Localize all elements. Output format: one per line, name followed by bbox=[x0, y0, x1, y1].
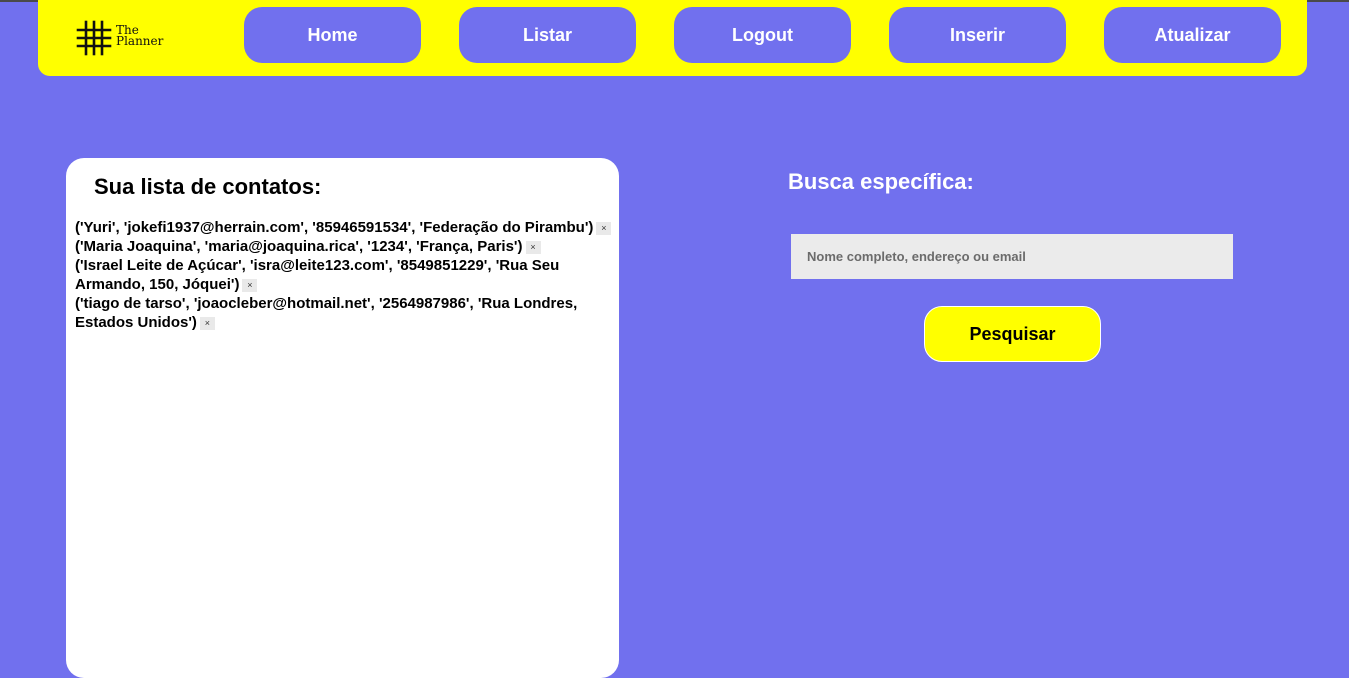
contact-row: ('Yuri', 'jokefi1937@herrain.com', '8594… bbox=[75, 218, 620, 237]
delete-contact-button[interactable]: × bbox=[525, 240, 541, 254]
search-button[interactable]: Pesquisar bbox=[924, 306, 1101, 362]
logo[interactable]: The Planner bbox=[76, 19, 171, 57]
contact-text: ('Yuri', 'jokefi1937@herrain.com', '8594… bbox=[75, 219, 594, 236]
nav-update-button[interactable]: Atualizar bbox=[1104, 7, 1281, 63]
search-title: Busca específica: bbox=[788, 169, 974, 194]
nav-home-button[interactable]: Home bbox=[244, 7, 421, 63]
nav-list-button[interactable]: Listar bbox=[459, 7, 636, 63]
navbar: The Planner Home Listar Logout Inserir A… bbox=[38, 0, 1307, 76]
contacts-title: Sua lista de contatos: bbox=[94, 174, 322, 199]
logo-line-2: Planner bbox=[116, 34, 164, 48]
delete-contact-button[interactable]: × bbox=[242, 278, 258, 292]
contact-text: ('Israel Leite de Açúcar', 'isra@leite12… bbox=[75, 257, 560, 293]
search-input[interactable] bbox=[791, 234, 1233, 279]
hashtag-grid-icon bbox=[76, 20, 112, 56]
delete-contact-button[interactable]: × bbox=[199, 316, 215, 330]
contacts-list: ('Yuri', 'jokefi1937@herrain.com', '8594… bbox=[75, 218, 620, 332]
nav-logout-button[interactable]: Logout bbox=[674, 7, 851, 63]
contacts-card: Sua lista de contatos: ('Yuri', 'jokefi1… bbox=[66, 158, 619, 678]
nav-insert-button[interactable]: Inserir bbox=[889, 7, 1066, 63]
contact-text: ('Maria Joaquina', 'maria@joaquina.rica'… bbox=[75, 238, 523, 255]
contact-row: ('Maria Joaquina', 'maria@joaquina.rica'… bbox=[75, 237, 620, 256]
logo-text: The Planner bbox=[116, 24, 164, 48]
contact-text: ('tiago de tarso', 'joaocleber@hotmail.n… bbox=[75, 295, 578, 331]
contact-row: ('tiago de tarso', 'joaocleber@hotmail.n… bbox=[75, 294, 620, 332]
contact-row: ('Israel Leite de Açúcar', 'isra@leite12… bbox=[75, 256, 620, 294]
delete-contact-button[interactable]: × bbox=[596, 221, 612, 235]
